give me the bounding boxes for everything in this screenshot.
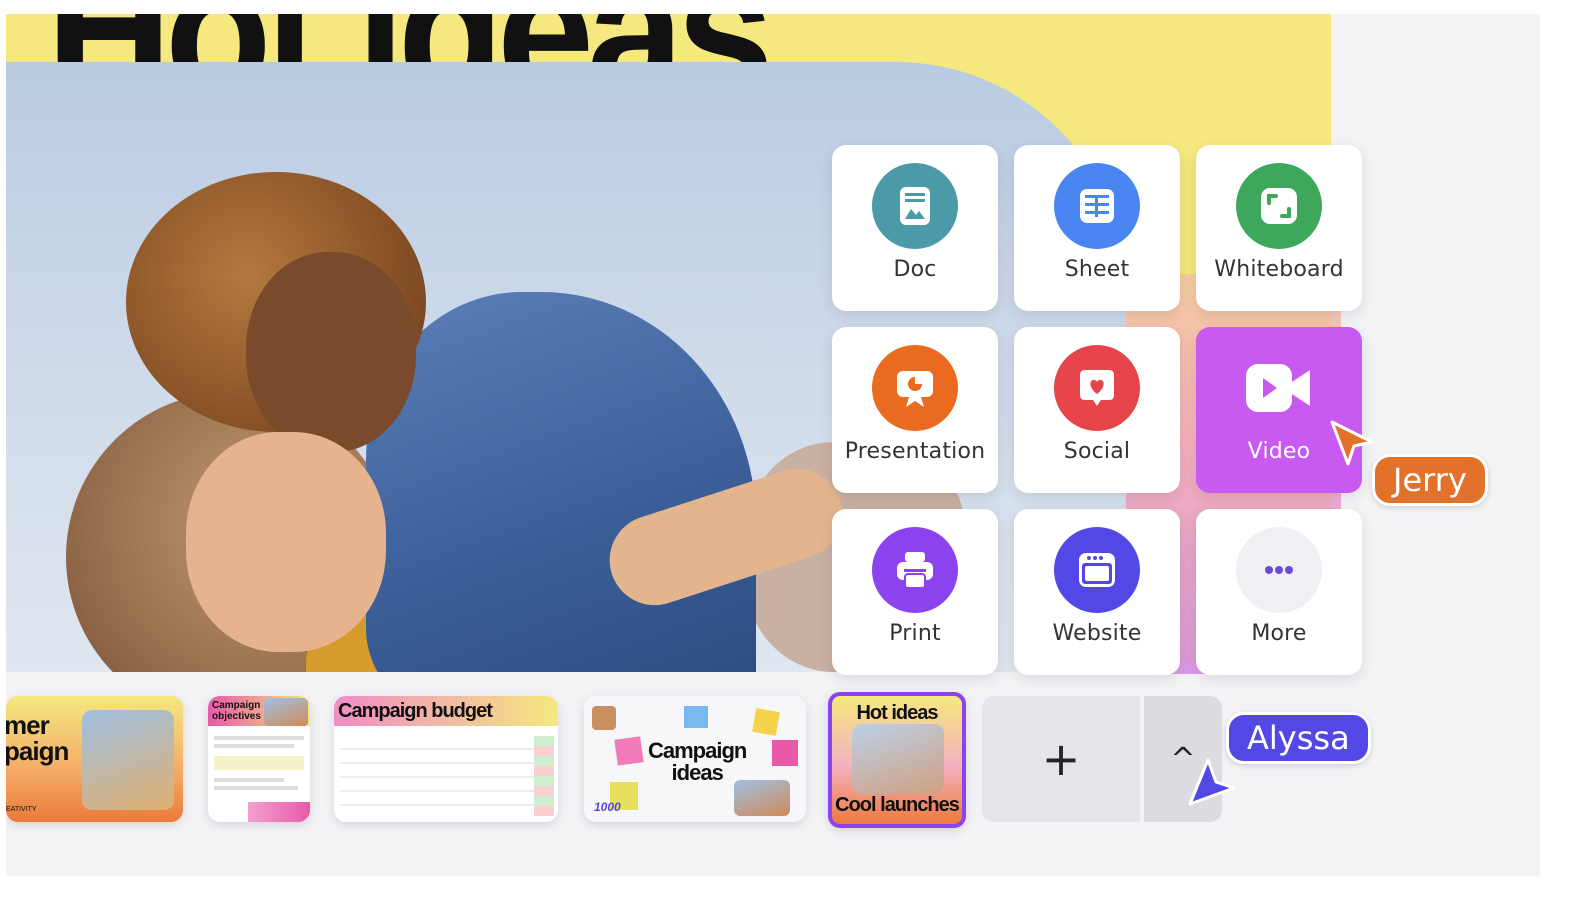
sticky-note bbox=[614, 736, 644, 766]
create-doc-button[interactable]: Doc bbox=[832, 145, 998, 311]
create-website-button[interactable]: Website bbox=[1014, 509, 1180, 675]
thumbnail-title: Campaign bbox=[648, 738, 747, 763]
add-page-button[interactable]: + bbox=[982, 696, 1140, 822]
sticky-note bbox=[752, 708, 780, 736]
tile-label: Doc bbox=[893, 257, 937, 282]
thumbnail-title: ideas bbox=[671, 760, 724, 785]
text-line bbox=[214, 786, 298, 790]
design-thumbnail[interactable]: Campaign ideas 1000 bbox=[584, 696, 806, 822]
design-thumbnail-selected[interactable]: Hot ideas Cool launches bbox=[828, 692, 966, 828]
whiteboard-icon bbox=[1236, 163, 1322, 249]
thumbnail-footer: EATIVITY bbox=[6, 806, 37, 813]
thumbnail-badge: 1000 bbox=[594, 800, 621, 814]
create-print-button[interactable]: Print bbox=[832, 509, 998, 675]
tile-label: Presentation bbox=[844, 439, 986, 464]
sticky-note bbox=[772, 740, 798, 766]
tile-label: Website bbox=[1052, 621, 1142, 646]
website-icon bbox=[1054, 527, 1140, 613]
create-sheet-button[interactable]: Sheet bbox=[1014, 145, 1180, 311]
thumbnail-photo bbox=[264, 698, 308, 726]
create-whiteboard-button[interactable]: Whiteboard bbox=[1196, 145, 1362, 311]
thumbnail-title: Hot ideas bbox=[856, 702, 938, 724]
create-social-button[interactable]: Social bbox=[1014, 327, 1180, 493]
thumbnail-title: Campaign objectives bbox=[212, 700, 261, 722]
text-line bbox=[214, 744, 294, 748]
sticky-note bbox=[684, 706, 708, 728]
design-thumbnail[interactable]: Campaign budget bbox=[334, 696, 558, 822]
thumbnail-title: Cool launches bbox=[835, 794, 960, 816]
tile-label: Social bbox=[1063, 439, 1131, 464]
thumbnail-photo bbox=[82, 710, 174, 810]
presentation-icon bbox=[872, 345, 958, 431]
tile-label: Sheet bbox=[1064, 257, 1130, 282]
text-line bbox=[214, 736, 304, 740]
more-icon bbox=[1236, 527, 1322, 613]
tile-label: Video bbox=[1247, 439, 1311, 464]
video-icon bbox=[1236, 345, 1322, 431]
tile-label: Whiteboard bbox=[1214, 257, 1344, 282]
thumbnail-title: Campaign budget bbox=[338, 700, 493, 722]
photo-face bbox=[186, 432, 386, 652]
collaborator-name-tag: Jerry bbox=[1372, 454, 1488, 506]
table-block bbox=[214, 756, 304, 770]
thumbnail-title: mer bbox=[6, 710, 50, 740]
collaborator-name-tag: Alyssa bbox=[1226, 712, 1371, 764]
design-thumbnail[interactable]: mer paign EATIVITY bbox=[6, 696, 183, 822]
photo-sticker bbox=[592, 706, 616, 730]
chart-band bbox=[248, 802, 310, 822]
cursor-arrow-icon bbox=[1330, 420, 1374, 466]
plus-icon: + bbox=[1041, 732, 1081, 786]
tile-label: More bbox=[1251, 621, 1307, 646]
photo-face bbox=[246, 252, 416, 452]
thumbnail-photo bbox=[852, 724, 944, 794]
print-icon bbox=[872, 527, 958, 613]
design-thumbnail[interactable]: Campaign objectives bbox=[208, 696, 310, 822]
doc-icon bbox=[872, 163, 958, 249]
canvas-stage: Hot ideas Doc Sheet bbox=[6, 14, 1540, 876]
tile-label: Print bbox=[889, 621, 941, 646]
text-line bbox=[214, 778, 284, 782]
social-icon bbox=[1054, 345, 1140, 431]
sheet-icon bbox=[1054, 163, 1140, 249]
thumbnail-title: paign bbox=[6, 736, 69, 766]
photo-sticker bbox=[734, 780, 790, 816]
create-presentation-button[interactable]: Presentation bbox=[832, 327, 998, 493]
budget-table bbox=[340, 736, 552, 816]
status-column bbox=[534, 736, 554, 816]
cursor-arrow-icon bbox=[1188, 758, 1236, 806]
more-options-button[interactable]: More bbox=[1196, 509, 1362, 675]
photo-jacket bbox=[366, 292, 756, 672]
